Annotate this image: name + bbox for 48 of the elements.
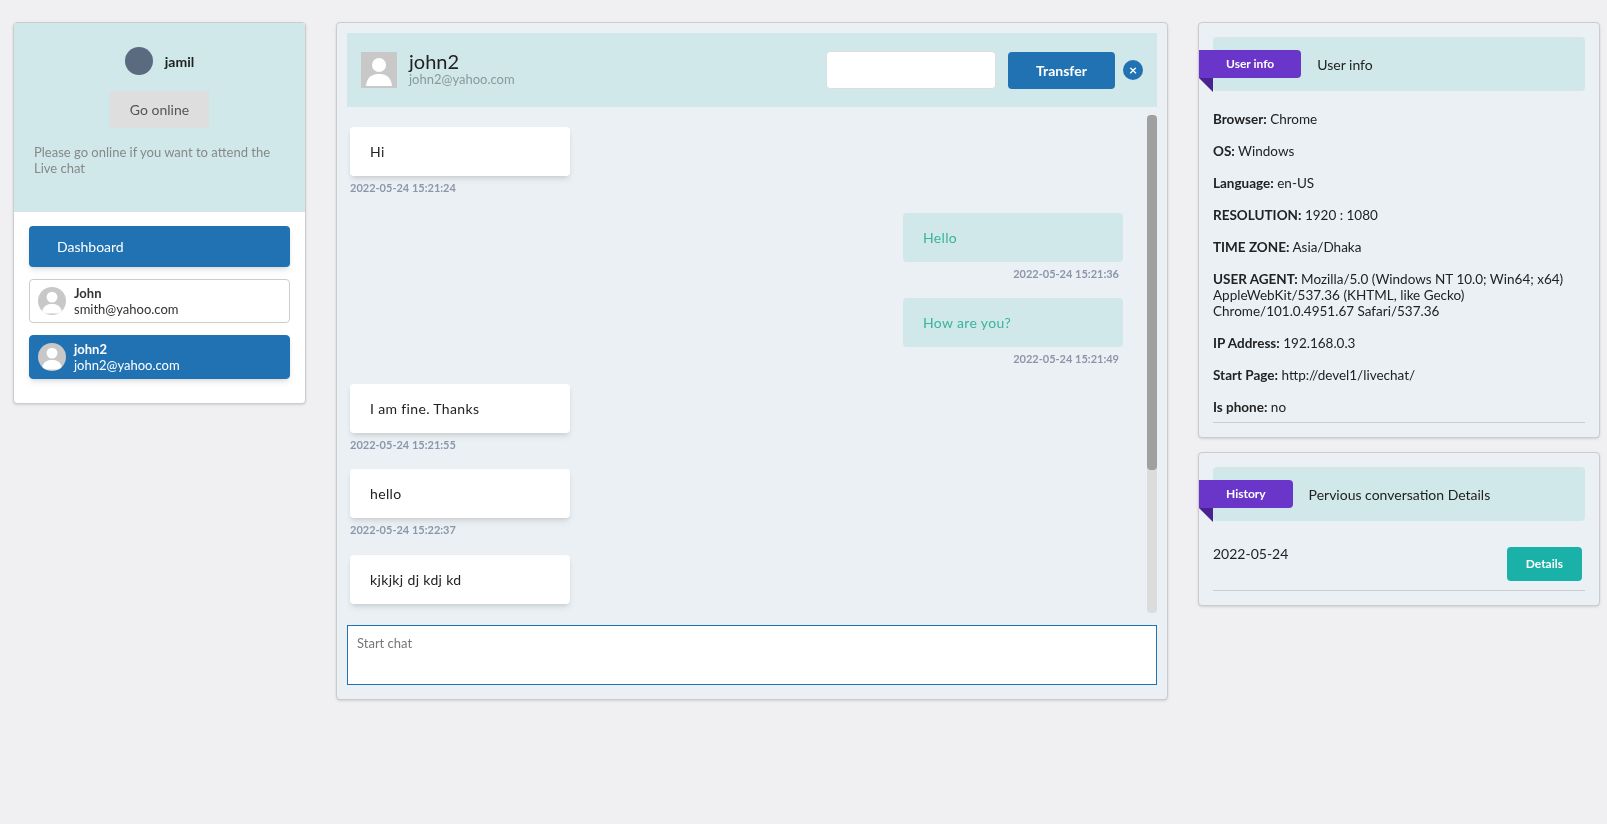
section-tag: History — [1199, 480, 1293, 508]
ribbon-fold-icon — [1199, 78, 1213, 92]
message-bubble: hello — [350, 469, 570, 518]
message-bubble: I am fine. Thanks — [350, 383, 570, 433]
visitor-email: john2@yahoo.com — [74, 357, 180, 373]
message-bubble: Hi — [350, 127, 570, 176]
message-time: 2022-05-24 15:21:24 — [350, 180, 456, 196]
visitor-avatar-icon — [38, 287, 66, 315]
avatar — [124, 47, 153, 75]
info-line: Is phone: no — [1213, 399, 1288, 415]
info-line: Browser: Chrome — [1213, 111, 1319, 127]
history-date: 2022-05-24 — [1213, 544, 1289, 564]
info-line: IP Address: 192.168.0.3 — [1213, 335, 1357, 351]
visitor-item[interactable]: john2 john2@yahoo.com — [29, 335, 290, 379]
transfer-button[interactable]: Transfer — [1008, 51, 1115, 89]
details-button[interactable]: Details — [1506, 547, 1582, 581]
info-line: Language: en-US — [1213, 175, 1316, 191]
message-time: 2022-05-24 15:21:49 — [1013, 351, 1119, 367]
message-time: 2022-05-24 15:22:37 — [350, 522, 456, 538]
agent-name: jamil — [164, 51, 195, 72]
message-bubble: kjkjkj dj kdj kd — [350, 554, 570, 604]
section-tag: User info — [1199, 50, 1302, 78]
dashboard-button[interactable]: Dashboard — [29, 226, 290, 267]
contact-avatar-icon — [361, 52, 397, 88]
message-bubble: Hello — [903, 212, 1123, 262]
card-title: User info — [1317, 54, 1373, 75]
contact-email: john2@yahoo.com — [409, 71, 516, 88]
close-button[interactable]: × — [1123, 60, 1143, 80]
message-bubble: How are you? — [903, 298, 1123, 347]
visitor-name: John — [74, 285, 103, 301]
go-online-button[interactable]: Go online — [109, 91, 210, 128]
visitor-email: smith@yahoo.com — [74, 301, 179, 317]
info-line: RESOLUTION: 1920 : 1080 — [1213, 207, 1379, 223]
visitor-avatar-icon — [38, 343, 66, 371]
message-time: 2022-05-24 15:21:55 — [350, 436, 456, 453]
info-line: USER AGENT: Mozilla/5.0 (Windows NT 10.0; Win64; x64) AppleWebKit/537.36 (KHTML, like Gecko) Chrome/101.0.4951.67 Safari/537.36 — [1213, 271, 1565, 319]
contact-name: john2 — [409, 52, 461, 70]
info-line: Start Page: http://devel1/livechat/ — [1213, 367, 1417, 383]
chat-input[interactable]: Start chat — [347, 625, 1157, 685]
card-title: Pervious conversation Details — [1308, 484, 1491, 505]
info-line: OS: Windows — [1213, 143, 1296, 159]
visitor-name: john2 — [74, 341, 108, 357]
transfer-field[interactable] — [826, 51, 996, 89]
notice-text: Please go online if you want to attend the Live chat — [34, 144, 272, 176]
visitor-item[interactable]: John smith@yahoo.com — [29, 279, 290, 323]
info-line: TIME ZONE: Asia/Dhaka — [1213, 239, 1363, 255]
message-time: 2022-05-24 15:21:36 — [1013, 265, 1119, 282]
ribbon-fold-icon — [1199, 508, 1213, 522]
